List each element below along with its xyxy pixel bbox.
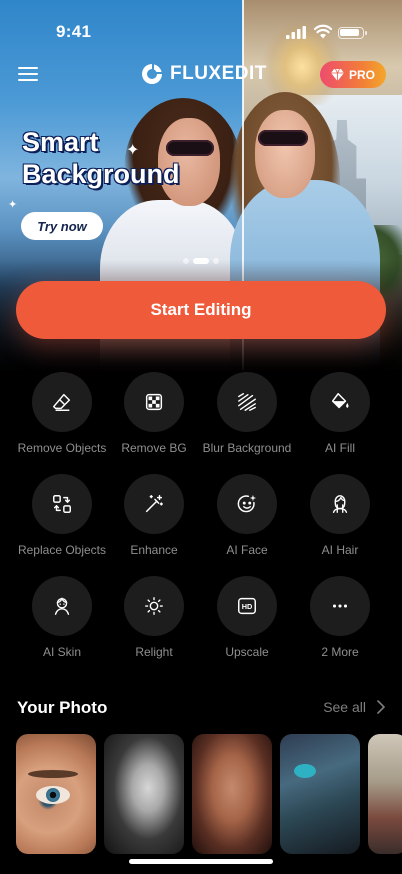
replace-icon [53, 495, 71, 513]
sparkle-icon: ✦ [8, 199, 18, 211]
photo-eyebrow [28, 770, 78, 778]
tool-button[interactable] [32, 474, 92, 534]
wifi-icon [314, 24, 332, 39]
see-all-label: See all [323, 699, 366, 715]
tool-blur-background[interactable]: Blur Background [197, 372, 297, 455]
photo-eye [36, 786, 70, 804]
tool-ai-skin[interactable]: AI Skin [12, 576, 112, 659]
photo-thumbnail[interactable] [368, 734, 402, 854]
photo-thumbnail[interactable] [104, 734, 184, 854]
tool-label: 2 More [321, 645, 359, 659]
brand-logo: FLUXEDIT [140, 60, 267, 88]
tool-button[interactable] [32, 372, 92, 432]
fluxedit-logo-icon [142, 64, 162, 84]
carousel-indicator [183, 258, 219, 264]
photo-thumbnail[interactable] [280, 734, 360, 854]
smiley-sparkle-icon [237, 494, 257, 513]
start-editing-button[interactable]: Start Editing [16, 281, 386, 339]
carousel-dot-active[interactable] [193, 258, 209, 264]
banner-title-line1: Smart [22, 127, 99, 157]
tool-button[interactable] [32, 576, 92, 636]
tool-button[interactable] [124, 576, 184, 636]
hamburger-menu-button[interactable] [16, 64, 40, 84]
photo-thumbnail[interactable] [16, 734, 96, 854]
sparkle-icon: ✦ [126, 142, 140, 159]
tool-label: AI Fill [325, 441, 355, 455]
blur-icon [238, 393, 256, 411]
battery-icon [338, 27, 367, 39]
carousel-dot[interactable] [213, 258, 219, 264]
svg-text:HD: HD [242, 602, 253, 611]
checker-icon [145, 393, 163, 411]
tool-button[interactable] [310, 474, 370, 534]
hair-icon [332, 495, 348, 513]
tool-remove-bg[interactable]: Remove BG [104, 372, 204, 455]
tool-enhance[interactable]: Enhance [104, 474, 204, 557]
status-bar: 9:41 [0, 0, 402, 60]
tool-relight[interactable]: Relight [104, 576, 204, 659]
tool-ai-fill[interactable]: AI Fill [290, 372, 390, 455]
tool-label: Blur Background [202, 441, 292, 455]
tool-more[interactable]: 2 More [290, 576, 390, 659]
tool-label: Relight [135, 645, 173, 659]
tool-label: Enhance [130, 543, 178, 557]
diamond-icon [330, 68, 344, 81]
banner-model-right-face [255, 110, 315, 198]
magic-wand-icon [145, 495, 163, 513]
tool-button[interactable]: HD [217, 576, 277, 636]
cellular-signal-icon [286, 26, 306, 39]
hd-icon: HD [238, 597, 256, 615]
eraser-icon [53, 393, 71, 411]
carousel-dot[interactable] [183, 258, 189, 264]
tool-upscale[interactable]: HD Upscale [197, 576, 297, 659]
tool-label: Upscale [225, 645, 269, 659]
tool-replace-objects[interactable]: Replace Objects [12, 474, 112, 557]
status-time: 9:41 [56, 22, 92, 41]
tool-label: Replace Objects [17, 543, 107, 557]
your-photo-heading: Your Photo [17, 698, 108, 717]
sun-icon [145, 597, 163, 615]
try-now-button[interactable]: Try now [21, 212, 103, 240]
banner-title: Smart Background [22, 126, 180, 190]
home-indicator[interactable] [129, 859, 273, 864]
skin-icon [54, 597, 70, 615]
see-all-link[interactable]: See all [323, 699, 386, 715]
tool-label: Remove BG [121, 441, 187, 455]
photo-thumbnail[interactable] [192, 734, 272, 854]
tool-ai-face[interactable]: AI Face [197, 474, 297, 557]
banner-title-line2: Background [22, 159, 180, 189]
tool-remove-objects[interactable]: Remove Objects [12, 372, 112, 455]
tool-button[interactable] [310, 576, 370, 636]
tool-label: AI Hair [321, 543, 359, 557]
tool-label: AI Face [226, 543, 268, 557]
sunglasses-right [258, 130, 308, 146]
pro-label: PRO [348, 67, 375, 82]
tool-button[interactable] [124, 372, 184, 432]
brand-name: FLUXEDIT [170, 63, 267, 84]
tool-button[interactable] [217, 372, 277, 432]
photo-blue-hair [294, 764, 316, 778]
paint-bucket-icon [331, 393, 349, 409]
tool-button[interactable] [217, 474, 277, 534]
tool-button[interactable] [124, 474, 184, 534]
more-dots-icon [332, 604, 348, 608]
tool-label: AI Skin [42, 645, 81, 659]
tool-ai-hair[interactable]: AI Hair [290, 474, 390, 557]
pro-upgrade-button[interactable]: PRO [320, 61, 386, 88]
tool-label: Remove Objects [17, 441, 107, 455]
chevron-right-icon [377, 700, 385, 714]
tool-button[interactable] [310, 372, 370, 432]
